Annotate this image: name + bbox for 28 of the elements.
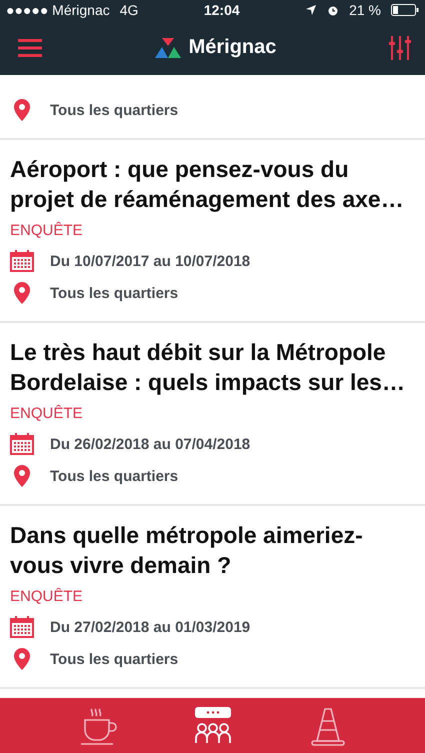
survey-title[interactable]: Aéroport : que pensez-vous du projet de réaménagement des axe… (10, 154, 405, 214)
category-label: ENQUÊTE (10, 588, 84, 605)
logo-icon (154, 38, 181, 58)
location-text: Tous les quartiers (50, 468, 178, 484)
clock-text: 12:04 (204, 2, 240, 18)
location-text: Tous les quartiers (50, 102, 178, 118)
date-range: Du 26/02/2018 au 07/04/2018 (50, 436, 250, 452)
category-label: ENQUÊTE (10, 405, 84, 422)
date-range: Du 27/02/2018 au 01/03/2019 (50, 618, 250, 636)
battery-icon (391, 4, 420, 16)
date-range: Du 10/07/2017 au 10/07/2018 (50, 252, 250, 270)
calendar-icon (10, 616, 34, 638)
location-arrow-icon (305, 4, 318, 16)
calendar-icon (10, 250, 34, 272)
location-text: Tous les quartiers (50, 284, 178, 302)
alarm-clock-icon (327, 4, 340, 16)
category-label: ENQUÊTE (10, 222, 84, 239)
calendar-icon (10, 433, 34, 455)
app-title: Mérignac (188, 36, 276, 59)
filter-sliders-icon[interactable] (389, 36, 411, 60)
survey-title[interactable]: Le très haut débit sur la Métropole Bordelaise : quels impacts sur les… (10, 337, 405, 397)
menu-icon[interactable] (18, 38, 42, 56)
carrier-text: ●●●●● Mérignac (6, 2, 110, 18)
survey-title[interactable]: Dans quelle métropole aimeriez-vous vivre demain ? (10, 520, 405, 580)
location-text: Tous les quartiers (50, 650, 178, 668)
group-chat-icon (192, 706, 232, 746)
battery-text: 21 % (349, 2, 382, 18)
network-text: 4G (120, 2, 138, 18)
